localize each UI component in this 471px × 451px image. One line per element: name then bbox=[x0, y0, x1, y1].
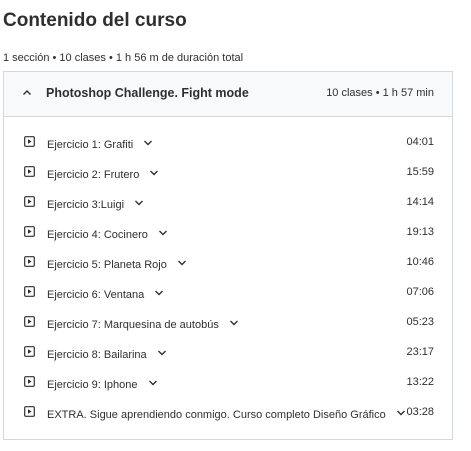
lecture-title[interactable]: Ejercicio 9: Iphone bbox=[47, 376, 162, 394]
lecture-item[interactable]: Ejercicio 1: Grafiti 04:01 bbox=[4, 128, 452, 158]
lecture-duration: 23:17 bbox=[406, 346, 434, 358]
chevron-down-icon[interactable] bbox=[139, 134, 157, 152]
lecture-item[interactable]: Ejercicio 7: Marquesina de autobús 05:23 bbox=[4, 308, 452, 338]
lecture-item[interactable]: Ejercicio 3:Luigi 14:14 bbox=[4, 188, 452, 218]
lecture-title[interactable]: Ejercicio 4: Cocinero bbox=[47, 226, 172, 244]
lecture-duration: 04:01 bbox=[406, 136, 434, 148]
play-icon bbox=[24, 136, 35, 147]
course-content-panel: Photoshop Challenge. Fight mode 10 clase… bbox=[3, 71, 453, 440]
lecture-item[interactable]: Ejercicio 5: Planeta Rojo 10:46 bbox=[4, 248, 452, 278]
lecture-item[interactable]: Ejercicio 6: Ventana 07:06 bbox=[4, 278, 452, 308]
course-summary: 1 sección • 10 clases • 1 h 56 m de dura… bbox=[3, 52, 244, 64]
play-icon bbox=[24, 226, 35, 237]
lecture-item[interactable]: Ejercicio 4: Cocinero 19:13 bbox=[4, 218, 452, 248]
lecture-item[interactable]: EXTRA. Sigue aprendiendo conmigo. Curso … bbox=[4, 398, 452, 428]
chevron-down-icon[interactable] bbox=[225, 314, 243, 332]
lecture-title[interactable]: Ejercicio 3:Luigi bbox=[47, 196, 148, 214]
play-icon bbox=[24, 406, 35, 417]
chevron-down-icon[interactable] bbox=[173, 254, 191, 272]
play-icon bbox=[24, 376, 35, 387]
chevron-down-icon[interactable] bbox=[154, 224, 172, 242]
section-title: Photoshop Challenge. Fight mode bbox=[46, 86, 249, 100]
chevron-down-icon[interactable] bbox=[153, 344, 171, 362]
lecture-duration: 07:06 bbox=[406, 286, 434, 298]
chevron-down-icon[interactable] bbox=[130, 194, 148, 212]
lecture-duration: 14:14 bbox=[406, 196, 434, 208]
lecture-title[interactable]: Ejercicio 5: Planeta Rojo bbox=[47, 256, 191, 274]
section-meta: 10 clases • 1 h 57 min bbox=[326, 87, 434, 99]
section-header[interactable]: Photoshop Challenge. Fight mode 10 clase… bbox=[4, 72, 452, 117]
lecture-title[interactable]: Ejercicio 8: Bailarina bbox=[47, 346, 171, 364]
play-icon bbox=[24, 316, 35, 327]
chevron-up-icon[interactable] bbox=[22, 88, 32, 98]
lecture-title[interactable]: Ejercicio 7: Marquesina de autobús bbox=[47, 316, 243, 334]
lecture-duration: 15:59 bbox=[406, 166, 434, 178]
lecture-duration: 13:22 bbox=[406, 376, 434, 388]
lecture-item[interactable]: Ejercicio 8: Bailarina 23:17 bbox=[4, 338, 452, 368]
lecture-title[interactable]: Ejercicio 6: Ventana bbox=[47, 286, 168, 304]
lecture-item[interactable]: Ejercicio 2: Frutero 15:59 bbox=[4, 158, 452, 188]
play-icon bbox=[24, 286, 35, 297]
lecture-title[interactable]: EXTRA. Sigue aprendiendo conmigo. Curso … bbox=[47, 406, 410, 424]
play-icon bbox=[24, 166, 35, 177]
lecture-item[interactable]: Ejercicio 9: Iphone 13:22 bbox=[4, 368, 452, 398]
chevron-down-icon[interactable] bbox=[144, 374, 162, 392]
play-icon bbox=[24, 256, 35, 267]
lecture-duration: 10:46 bbox=[406, 256, 434, 268]
lecture-duration: 19:13 bbox=[406, 226, 434, 238]
lecture-list: Ejercicio 1: Grafiti 04:01 Ejercicio 2: … bbox=[4, 128, 452, 428]
lecture-duration: 05:23 bbox=[406, 316, 434, 328]
chevron-down-icon[interactable] bbox=[145, 164, 163, 182]
play-icon bbox=[24, 196, 35, 207]
lecture-title[interactable]: Ejercicio 2: Frutero bbox=[47, 166, 163, 184]
lecture-title[interactable]: Ejercicio 1: Grafiti bbox=[47, 136, 157, 154]
lecture-duration: 03:28 bbox=[406, 406, 434, 418]
chevron-down-icon[interactable] bbox=[150, 284, 168, 302]
page-title: Contenido del curso bbox=[3, 10, 187, 31]
play-icon bbox=[24, 346, 35, 357]
